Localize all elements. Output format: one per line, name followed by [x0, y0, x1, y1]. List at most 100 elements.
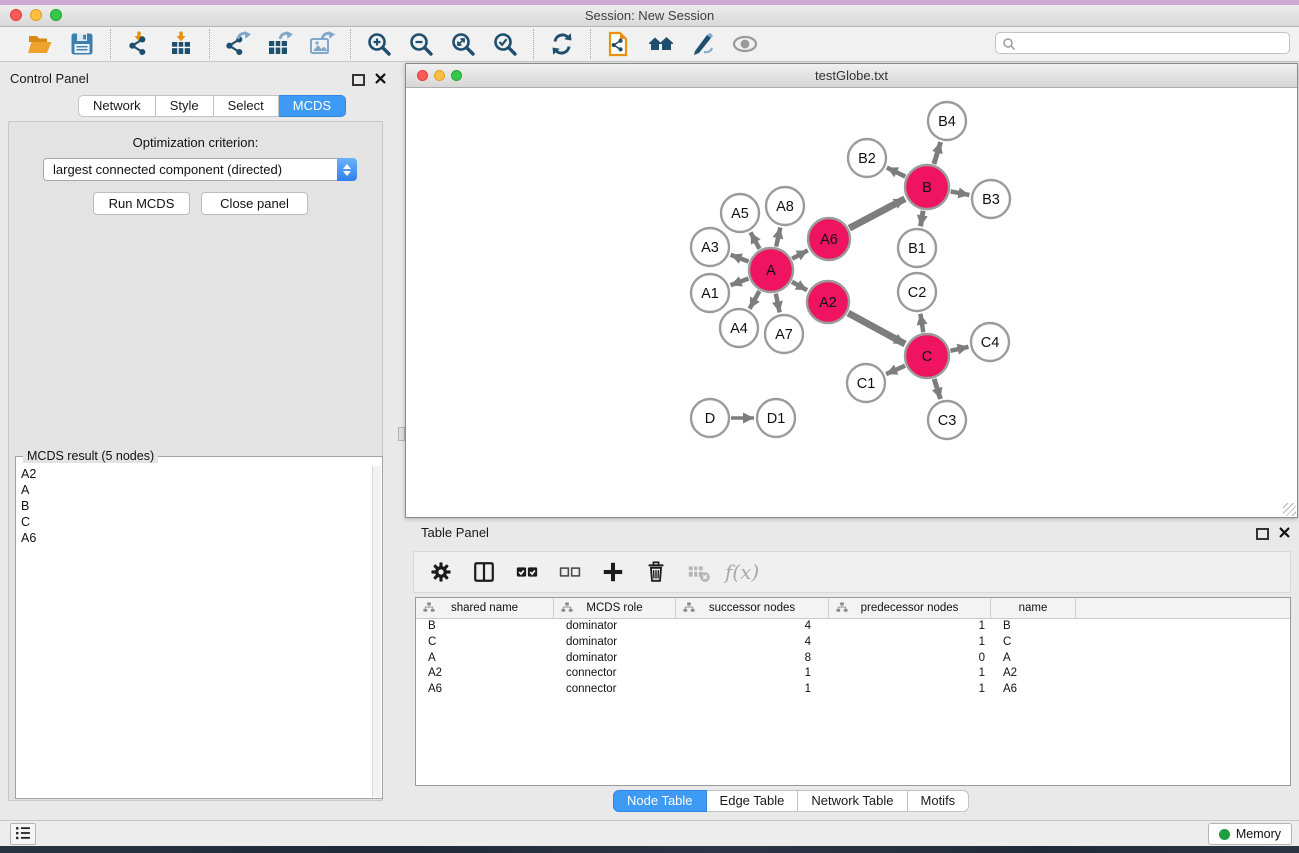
result-item[interactable]: A2 [17, 466, 373, 482]
edge-C-C1[interactable] [886, 366, 905, 374]
edge-C-C3[interactable] [934, 379, 940, 399]
node-C4[interactable]: C4 [971, 323, 1009, 361]
node-C3[interactable]: C3 [928, 401, 966, 439]
columns-icon[interactable] [471, 559, 497, 585]
node-A4[interactable]: A4 [720, 309, 758, 347]
node-B3[interactable]: B3 [972, 180, 1010, 218]
zoom-fit-icon[interactable] [449, 30, 477, 58]
zoom-out-icon[interactable] [407, 30, 435, 58]
export-network-icon[interactable] [224, 30, 252, 58]
maximize-window-button[interactable] [50, 9, 62, 21]
node-C2[interactable]: C2 [898, 273, 936, 311]
export-table-icon[interactable] [266, 30, 294, 58]
node-D[interactable]: D [691, 399, 729, 437]
cell-successor-nodes[interactable]: 1 [676, 666, 829, 682]
cell-shared-name[interactable]: A2 [416, 666, 554, 682]
import-table-icon[interactable] [167, 30, 195, 58]
node-A[interactable]: A [749, 248, 793, 292]
deselect-all-icon[interactable] [557, 559, 583, 585]
cell-MCDS-role[interactable]: connector [554, 666, 676, 682]
cell-shared-name[interactable]: B [416, 619, 554, 635]
close-panel-button[interactable]: Close panel [201, 192, 308, 215]
node-A5[interactable]: A5 [721, 194, 759, 232]
result-item[interactable]: A [17, 482, 373, 498]
edge-C-C2[interactable] [920, 314, 923, 333]
network-window-titlebar[interactable]: testGlobe.txt [406, 64, 1297, 88]
table-row[interactable]: Bdominator41B [416, 619, 1290, 635]
cell-MCDS-role[interactable]: dominator [554, 619, 676, 635]
network-close-button[interactable] [417, 70, 428, 81]
run-mcds-button[interactable]: Run MCDS [93, 192, 190, 215]
tab-select[interactable]: Select [214, 95, 279, 117]
close-window-button[interactable] [10, 9, 22, 21]
result-scrollbar[interactable] [372, 466, 381, 797]
column-header-name[interactable]: name [991, 598, 1076, 618]
edge-A-A7[interactable] [776, 294, 780, 313]
cell-predecessor-nodes[interactable]: 1 [829, 619, 991, 635]
edge-C-C4[interactable] [950, 347, 968, 351]
node-table[interactable]: shared nameMCDS rolesuccessor nodesprede… [415, 597, 1291, 786]
cell-shared-name[interactable]: A [416, 651, 554, 667]
cell-MCDS-role[interactable]: dominator [554, 635, 676, 651]
select-all-icon[interactable] [514, 559, 540, 585]
close-panel-icon[interactable] [374, 72, 387, 88]
network-minimize-button[interactable] [434, 70, 445, 81]
network-maximize-button[interactable] [451, 70, 462, 81]
gear-icon[interactable] [428, 559, 454, 585]
cell-predecessor-nodes[interactable]: 1 [829, 666, 991, 682]
search-input[interactable] [1020, 34, 1285, 52]
style-brush-icon[interactable] [689, 30, 717, 58]
node-B1[interactable]: B1 [898, 229, 936, 267]
node-C[interactable]: C [905, 334, 949, 378]
tab-node-table[interactable]: Node Table [613, 790, 707, 812]
node-A8[interactable]: A8 [766, 187, 804, 225]
table-row[interactable]: A6connector11A6 [416, 682, 1290, 698]
edge-A6-B[interactable] [849, 199, 905, 229]
edge-A-A2[interactable] [792, 282, 807, 291]
tab-mcds[interactable]: MCDS [279, 95, 346, 117]
resize-grip[interactable] [1283, 503, 1296, 516]
eye-icon[interactable] [731, 30, 759, 58]
node-D1[interactable]: D1 [757, 399, 795, 437]
network-from-file-icon[interactable] [605, 30, 633, 58]
node-A2[interactable]: A2 [807, 281, 849, 323]
trash-icon[interactable] [643, 559, 669, 585]
cell-MCDS-role[interactable]: connector [554, 682, 676, 698]
network-canvas[interactable]: AA1A2A3A4A5A6A7A8BB1B2B3B4CC1C2C3C4DD1 [406, 88, 1297, 517]
column-header-shared-name[interactable]: shared name [416, 598, 554, 618]
edge-A-A3[interactable] [731, 255, 749, 262]
table-row[interactable]: Adominator80A [416, 651, 1290, 667]
result-item[interactable]: C [17, 514, 373, 530]
refresh-icon[interactable] [548, 30, 576, 58]
edge-A-A6[interactable] [792, 250, 808, 258]
column-header-successor-nodes[interactable]: successor nodes [676, 598, 829, 618]
cell-successor-nodes[interactable]: 4 [676, 635, 829, 651]
mcds-result-list[interactable]: A2ABCA6 [17, 466, 373, 797]
node-A1[interactable]: A1 [691, 274, 729, 312]
node-C1[interactable]: C1 [847, 364, 885, 402]
result-item[interactable]: B [17, 498, 373, 514]
minimize-window-button[interactable] [30, 9, 42, 21]
edge-A2-C[interactable] [848, 313, 905, 344]
criterion-dropdown[interactable]: largest connected component (directed) [43, 158, 357, 181]
cell-name[interactable]: A6 [991, 682, 1076, 698]
export-image-icon[interactable] [308, 30, 336, 58]
float-panel-icon[interactable] [1256, 528, 1269, 540]
cell-shared-name[interactable]: C [416, 635, 554, 651]
column-header-predecessor-nodes[interactable]: predecessor nodes [829, 598, 991, 618]
cell-successor-nodes[interactable]: 1 [676, 682, 829, 698]
node-A7[interactable]: A7 [765, 315, 803, 353]
cell-name[interactable]: A [991, 651, 1076, 667]
save-session-icon[interactable] [68, 30, 96, 58]
zoom-selected-icon[interactable] [491, 30, 519, 58]
close-panel-icon[interactable] [1278, 526, 1291, 542]
cell-name[interactable]: C [991, 635, 1076, 651]
edge-A-A8[interactable] [776, 227, 780, 246]
tab-edge-table[interactable]: Edge Table [707, 790, 799, 812]
column-header-MCDS-role[interactable]: MCDS role [554, 598, 676, 618]
tab-network-table[interactable]: Network Table [798, 790, 907, 812]
tab-style[interactable]: Style [156, 95, 214, 117]
node-B4[interactable]: B4 [928, 102, 966, 140]
table-row[interactable]: A2connector11A2 [416, 666, 1290, 682]
cell-name[interactable]: A2 [991, 666, 1076, 682]
